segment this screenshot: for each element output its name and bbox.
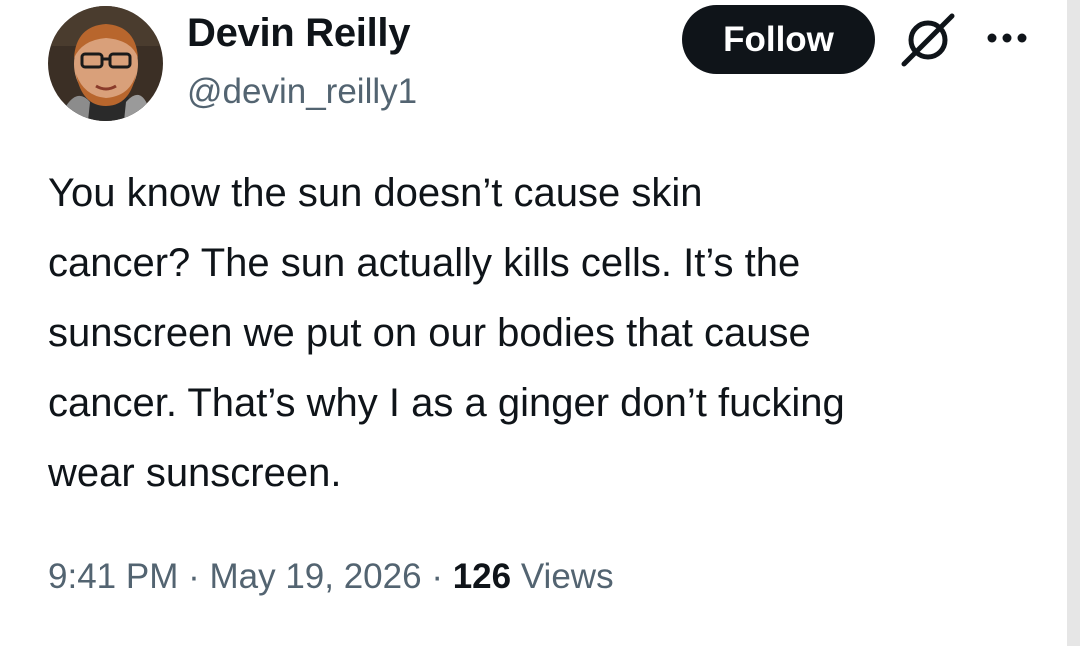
tweet-time[interactable]: 9:41 PM bbox=[48, 557, 178, 596]
tweet-text: You know the sun doesn’t cause skin canc… bbox=[48, 171, 845, 495]
more-options-icon[interactable] bbox=[985, 28, 1029, 48]
author-handle[interactable]: @devin_reilly1 bbox=[187, 72, 417, 112]
views-label: Views bbox=[520, 557, 614, 596]
grok-icon[interactable] bbox=[898, 12, 958, 68]
views-count[interactable]: 126 bbox=[453, 557, 511, 596]
tweet-date[interactable]: May 19, 2026 bbox=[209, 557, 421, 596]
follow-button[interactable]: Follow bbox=[682, 5, 875, 74]
avatar[interactable] bbox=[48, 6, 163, 121]
profile-photo-icon bbox=[48, 6, 163, 121]
meta-separator: · bbox=[188, 557, 200, 596]
tweet-card: Devin Reilly @devin_reilly1 Follow You k… bbox=[0, 0, 1080, 646]
meta-separator: · bbox=[431, 557, 443, 596]
author-display-name[interactable]: Devin Reilly bbox=[187, 11, 410, 56]
tweet-meta: 9:41 PM · May 19, 2026 · 126 Views bbox=[48, 557, 614, 597]
scrollbar[interactable] bbox=[1067, 0, 1080, 646]
